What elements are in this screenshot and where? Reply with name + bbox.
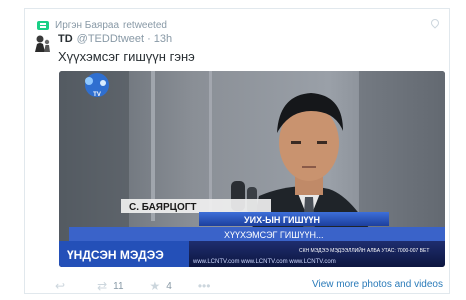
star-icon: ★ [149,279,161,293]
tweet-text: Хүүхэмсэг гишүүн гэнэ [58,49,195,64]
lower-third-name: С. БАЯРЦОГТ [129,202,197,213]
display-name[interactable]: TD [58,33,73,45]
more-options-button[interactable]: ••• [198,280,217,292]
ticker-right-text: СКН МЭДЭЭ МЭДЭЭЛЛИЙН АЛБА УТАС: 7000-007… [299,246,429,254]
ticker-text: www.LCNTV.com www.LCNTV.com www.LCNTV.co… [192,259,336,265]
retweet-label: retweeted [123,19,167,31]
avatar[interactable] [32,33,52,53]
lower-third-title: УИХ-ЫН ГИШҮҮН [244,215,320,225]
user-handle[interactable]: @TEDDtweet [77,33,144,45]
retweet-context: Иргэн Баяраа retweeted [37,19,167,31]
tweet-media[interactable]: TV С. БАЯРЦОГТ УИХ-ЫН ГИШҮҮН ХҮҮХЭМСЭГ Г… [59,71,445,267]
retweeter-name[interactable]: Иргэн Баяраа [55,20,119,31]
retweet-button[interactable]: ⇄ 11 [97,280,123,292]
location-pin-icon [429,17,441,29]
news-broadcast-image: TV С. БАЯРЦОГТ УИХ-ЫН ГИШҮҮН ХҮҮХЭМСЭГ Г… [59,71,445,267]
view-more-photos-link[interactable]: View more photos and videos [312,279,443,290]
retweet-action-icon: ⇄ [97,279,108,293]
separator-dot: · [147,33,151,45]
tweet-header: TD @TEDDtweet · 13h [58,33,172,45]
like-count: 4 [166,280,172,292]
channel-logo-text: TV [93,92,101,98]
lower-third-quote: ХҮҮХЭМСЭГ ГИШҮҮН... [224,230,324,240]
reply-button[interactable]: ↩ [55,280,71,292]
retweet-count: 11 [113,280,124,292]
reply-icon: ↩ [55,279,66,293]
retweet-icon [37,20,49,30]
tweet-actions: ↩ ⇄ 11 ★ 4 ••• View more photos and vide… [55,277,447,295]
program-name: ҮНДСЭН МЭДЭЭ [67,248,164,262]
more-icon: ••• [197,279,211,293]
timestamp[interactable]: 13h [154,33,172,45]
like-button[interactable]: ★ 4 [150,280,172,292]
tweet-card[interactable]: Иргэн Баяраа retweeted TD @TEDDtweet · 1… [24,8,450,294]
